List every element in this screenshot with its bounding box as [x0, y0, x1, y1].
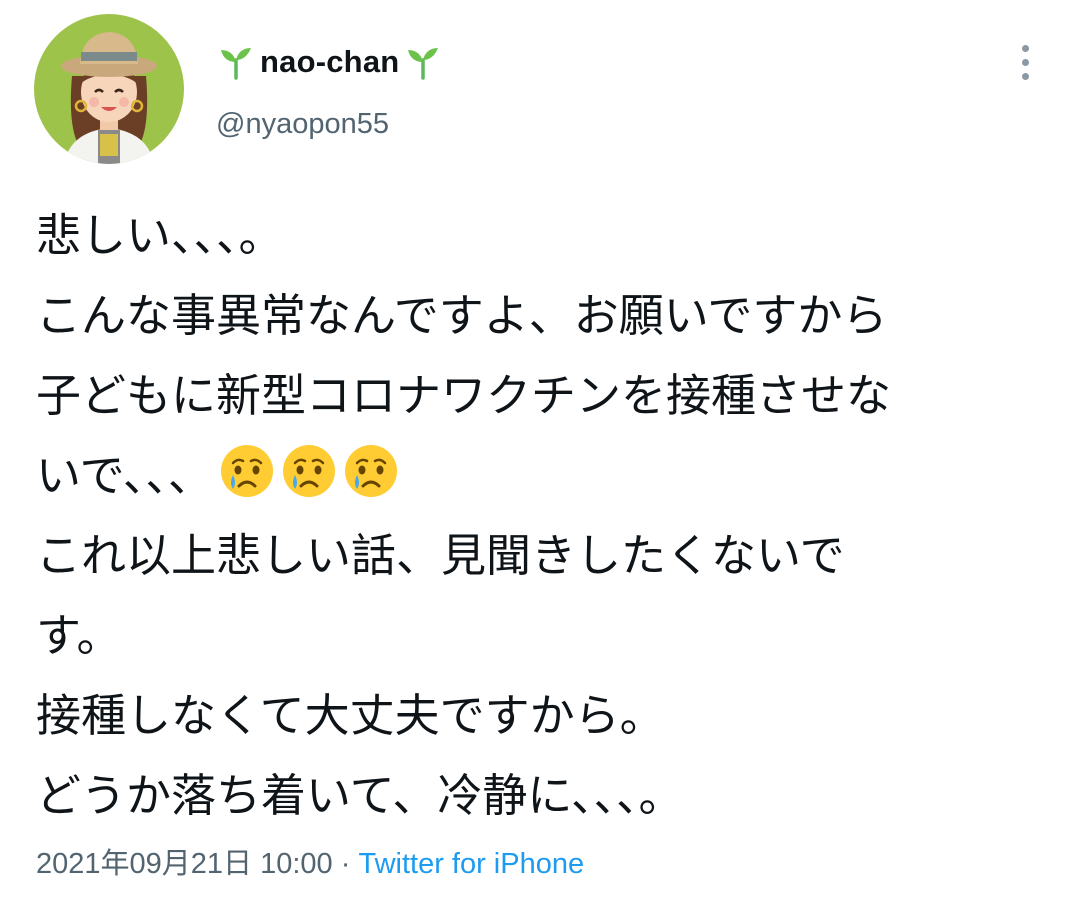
- display-name-text: nao-chan: [260, 44, 400, 79]
- tweet-source-link[interactable]: Twitter for iPhone: [358, 848, 584, 880]
- more-dot-icon: [1021, 72, 1029, 80]
- tweet-line: 悲しい、、、。: [36, 209, 284, 262]
- tweet-line-text: いで、、、: [36, 449, 213, 502]
- more-dot-icon: [1021, 58, 1029, 66]
- crying-face-icon: [281, 443, 337, 499]
- seedling-icon: [216, 42, 256, 82]
- tweet-text: 悲しい、、、。 こんな事異常なんですよ、お願いですから 子どもに新型コロナワクチ…: [36, 196, 1046, 836]
- tweet-line: これ以上悲しい話、見聞きしたくないで: [36, 529, 845, 582]
- tweet-meta: 2021年09月21日 10:00 · Twitter for iPhone: [36, 840, 584, 882]
- tweet-line-with-emoji: いで、、、: [36, 436, 1046, 516]
- more-options-button[interactable]: [1008, 40, 1042, 84]
- user-handle[interactable]: @nyaopon55: [216, 108, 389, 141]
- meta-separator: ·: [340, 848, 351, 880]
- tweet-line: こんな事異常なんですよ、お願いですから: [36, 289, 888, 342]
- tweet-line: どうか落ち着いて、冷静に、、、。: [36, 769, 684, 822]
- tweet-timestamp[interactable]: 2021年09月21日 10:00: [36, 848, 333, 880]
- crying-face-icon: [219, 443, 275, 499]
- display-name[interactable]: nao-chan: [216, 40, 443, 84]
- tweet-line: 子どもに新型コロナワクチンを接種させな: [36, 369, 892, 422]
- tweet-line: 接種しなくて大丈夫ですから。: [36, 689, 665, 742]
- crying-face-icon: [343, 443, 399, 499]
- seedling-icon: [403, 42, 443, 82]
- more-dot-icon: [1021, 44, 1029, 52]
- tweet-line: す。: [36, 609, 122, 662]
- avatar[interactable]: [34, 14, 184, 164]
